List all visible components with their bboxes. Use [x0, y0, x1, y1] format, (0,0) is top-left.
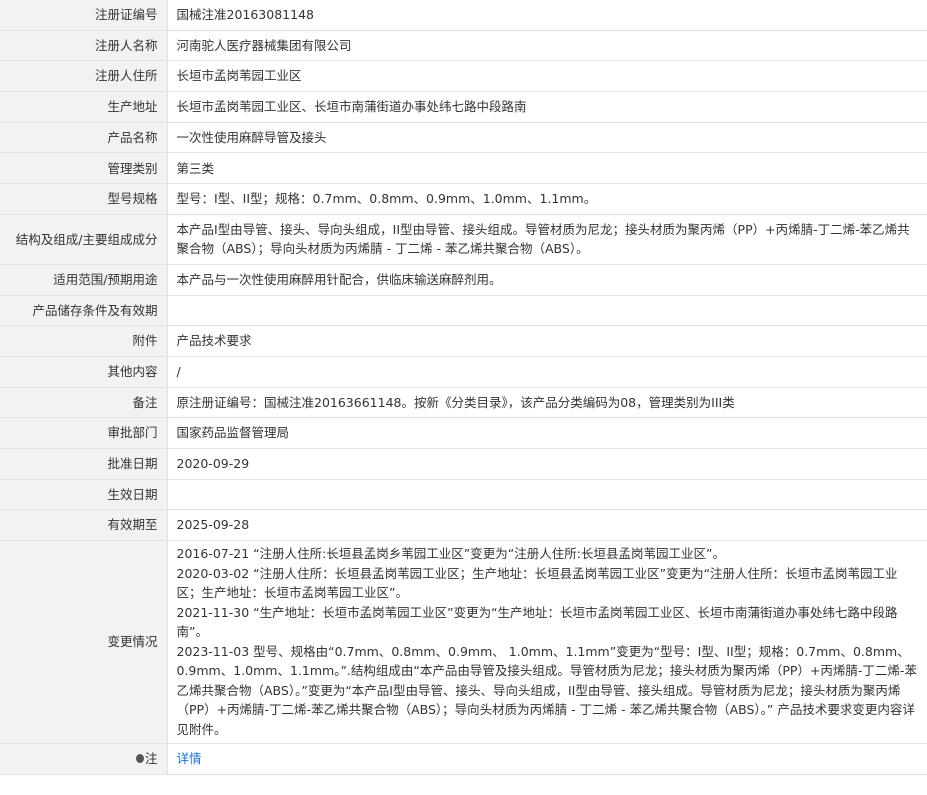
field-value: 型号：I型、II型；规格：0.7mm、0.8mm、0.9mm、1.0mm、1.1…: [167, 183, 927, 215]
field-label: 型号规格: [0, 183, 168, 215]
row-product-name: 产品名称 一次性使用麻醉导管及接头: [0, 121, 927, 154]
field-value: 一次性使用麻醉导管及接头: [167, 121, 927, 154]
field-label: 产品名称: [0, 121, 168, 154]
field-value: 本产品I型由导管、接头、导向头组成，II型由导管、接头组成。导管材质为尼龙；接头…: [167, 213, 927, 265]
row-valid-until: 有效期至 2025-09-28: [0, 509, 927, 541]
field-value: 长垣市孟岗苇园工业区、长垣市南蒲街道办事处纬七路中段路南: [167, 91, 927, 123]
change-history-list: 2016-07-21 “注册人住所:长垣县孟岗乡苇园工业区”变更为“注册人住所:…: [167, 540, 927, 744]
field-label: 注册证编号: [0, 0, 168, 31]
change-entry: 2020-03-02 “注册人住所：长垣县孟岗苇园工业区；生产地址：长垣县孟岗苇…: [176, 565, 898, 601]
field-value: 2020-09-29: [167, 447, 927, 480]
change-entry: 2023-11-03 型号、规格由“0.7mm、0.8mm、0.9mm、 1.0…: [176, 643, 917, 737]
note-value-cell: 详情: [167, 743, 927, 775]
details-link[interactable]: 详情: [177, 751, 202, 766]
note-label-cell: 注: [0, 743, 168, 775]
field-value: 河南驼人医疗器械集团有限公司: [167, 29, 927, 62]
field-value: 国械注准20163081148: [167, 0, 927, 31]
field-label: 适用范围/预期用途: [0, 263, 168, 296]
field-label: 有效期至: [0, 509, 168, 541]
row-management-class: 管理类别 第三类: [0, 152, 927, 185]
field-value: 第三类: [167, 152, 927, 185]
field-label: 批准日期: [0, 447, 168, 480]
row-attachment: 附件 产品技术要求: [0, 325, 927, 357]
field-label: 注册人名称: [0, 29, 168, 62]
field-label: 附件: [0, 325, 168, 357]
row-change-history: 变更情况 2016-07-21 “注册人住所:长垣县孟岗乡苇园工业区”变更为“注…: [0, 540, 927, 744]
row-registrant-address: 注册人住所 长垣市孟岗苇园工业区: [0, 60, 927, 93]
field-label: 管理类别: [0, 152, 168, 185]
pin-icon: [135, 754, 144, 764]
field-value: [167, 294, 927, 327]
row-model-spec: 型号规格 型号：I型、II型；规格：0.7mm、0.8mm、0.9mm、1.0m…: [0, 183, 927, 215]
change-entry: 2016-07-21 “注册人住所:长垣县孟岗乡苇园工业区”变更为“注册人住所:…: [176, 546, 725, 561]
field-label: 备注: [0, 386, 168, 419]
field-value: 本产品与一次性使用麻醉用针配合，供临床输送麻醉剂用。: [167, 263, 927, 296]
row-effective-date: 生效日期: [0, 478, 927, 511]
row-intended-use: 适用范围/预期用途 本产品与一次性使用麻醉用针配合，供临床输送麻醉剂用。: [0, 263, 927, 296]
field-value: 长垣市孟岗苇园工业区: [167, 60, 927, 93]
row-approval-date: 批准日期 2020-09-29: [0, 447, 927, 480]
field-value: /: [167, 355, 927, 388]
field-label: 生产地址: [0, 91, 168, 123]
field-label: 其他内容: [0, 355, 168, 388]
field-value: 国家药品监督管理局: [167, 417, 927, 449]
field-label: 产品储存条件及有效期: [0, 294, 168, 327]
row-registration-number: 注册证编号 国械注准20163081148: [0, 0, 927, 31]
field-value: 2025-09-28: [167, 509, 927, 541]
row-production-address: 生产地址 长垣市孟岗苇园工业区、长垣市南蒲街道办事处纬七路中段路南: [0, 91, 927, 123]
row-registrant-name: 注册人名称 河南驼人医疗器械集团有限公司: [0, 29, 927, 62]
field-label: 审批部门: [0, 417, 168, 449]
note-label: 注: [144, 751, 158, 767]
field-label: 结构及组成/主要组成成分: [0, 213, 168, 265]
row-other-content: 其他内容 /: [0, 355, 927, 388]
field-value: 原注册证编号：国械注准20163661148。按新《分类目录》，该产品分类编码为…: [167, 386, 927, 419]
row-approval-department: 审批部门 国家药品监督管理局: [0, 417, 927, 449]
row-remarks: 备注 原注册证编号：国械注准20163661148。按新《分类目录》，该产品分类…: [0, 386, 927, 419]
field-label: 生效日期: [0, 478, 168, 511]
field-label: 变更情况: [0, 540, 168, 744]
field-value: 产品技术要求: [167, 325, 927, 357]
row-storage-conditions: 产品储存条件及有效期: [0, 294, 927, 327]
change-entry: 2021-11-30 “生产地址：长垣市孟岗苇园工业区”变更为“生产地址：长垣市…: [176, 604, 898, 640]
field-label: 注册人住所: [0, 60, 168, 93]
row-note: 注 详情: [0, 743, 927, 775]
field-value: [167, 478, 927, 511]
row-structure-composition: 结构及组成/主要组成成分 本产品I型由导管、接头、导向头组成，II型由导管、接头…: [0, 213, 927, 265]
registration-detail-table: 注册证编号 国械注准20163081148 注册人名称 河南驼人医疗器械集团有限…: [0, 0, 927, 775]
